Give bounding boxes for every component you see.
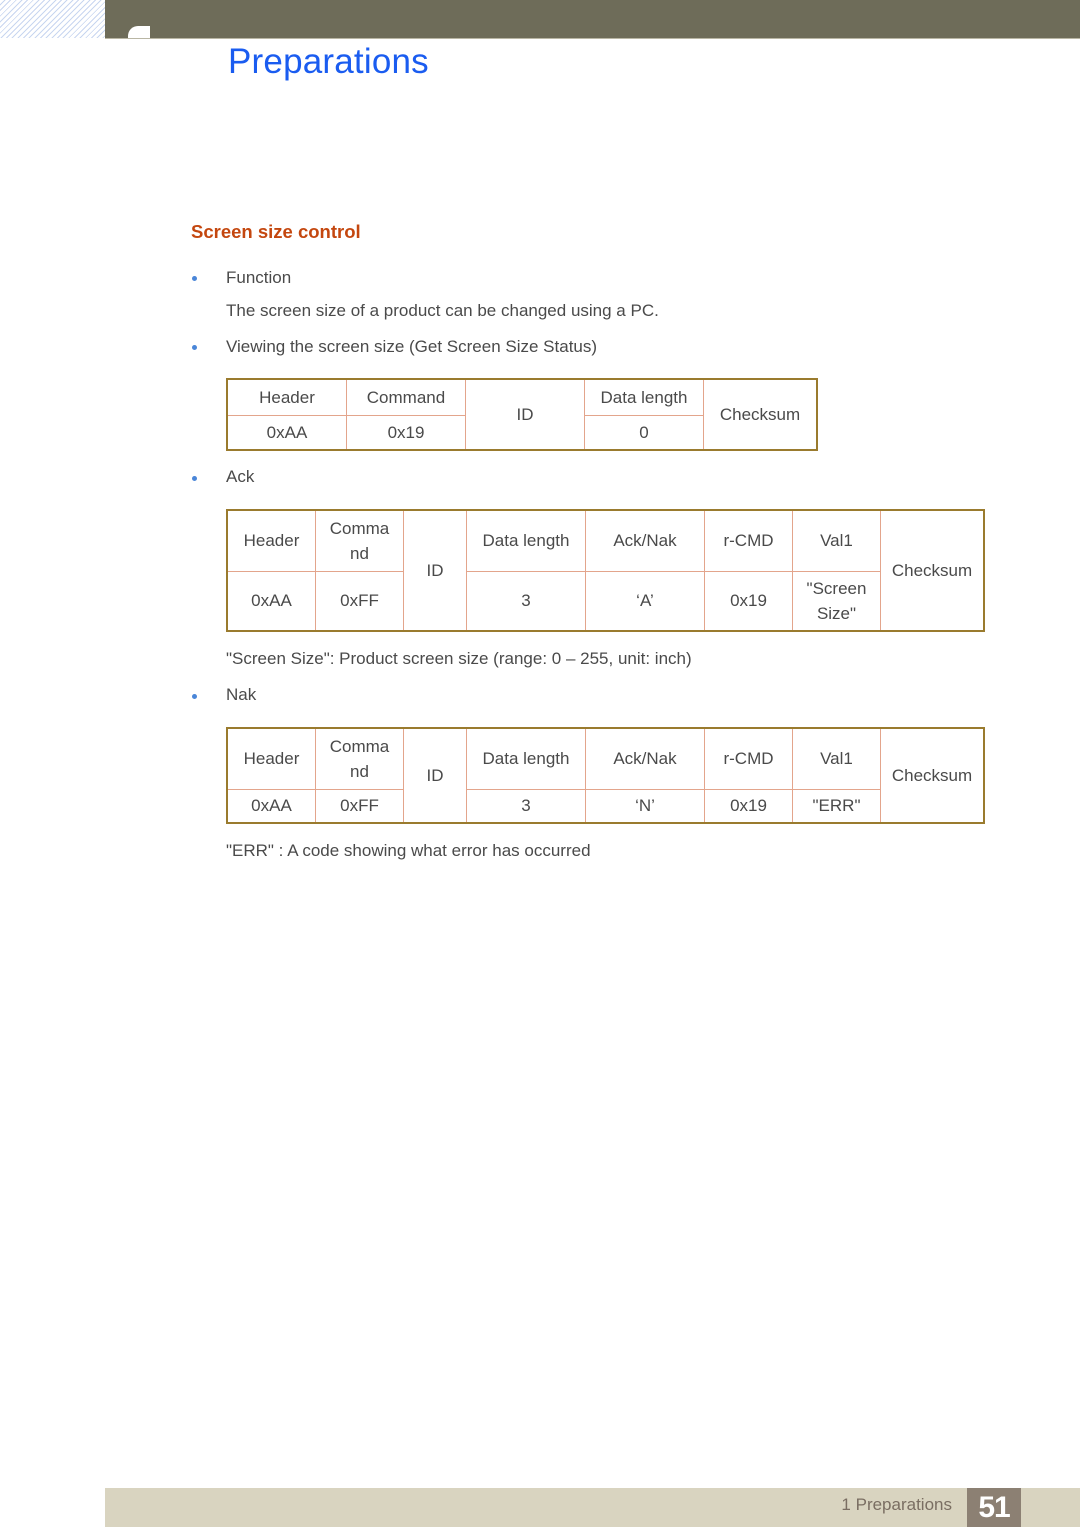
viewing-label: Viewing the screen size (Get Screen Size…: [226, 337, 598, 356]
cell-rcmd-value: 0x19: [704, 788, 793, 824]
col-id: ID: [465, 378, 585, 451]
screen-size-note: "Screen Size": Product screen size (rang…: [226, 649, 692, 668]
cell-val1-value: "ERR": [792, 788, 881, 824]
col-ack-nak: Ack/Nak: [585, 727, 705, 790]
footer-bar: 1 Preparations: [105, 1488, 1080, 1527]
chapter-title: Preparations: [228, 42, 429, 81]
page-number: 51: [967, 1488, 1021, 1527]
col-val1: Val1: [792, 727, 881, 790]
bullet-icon: [192, 276, 197, 281]
col-command-line2: nd: [350, 543, 369, 563]
col-header: Header: [226, 509, 316, 572]
col-data-length: Data length: [466, 509, 586, 572]
cell-command-value: 0x19: [346, 414, 466, 451]
cell-data-length-value: 0: [584, 414, 704, 451]
col-command: Comma nd: [315, 509, 404, 572]
col-checksum: Checksum: [880, 727, 985, 824]
function-description: The screen size of a product can be chan…: [226, 301, 659, 320]
col-command-line1: Comma: [329, 736, 390, 756]
col-ack-nak: Ack/Nak: [585, 509, 705, 572]
get-status-table: Header Command ID Data length Checksum 0…: [226, 378, 818, 451]
bullet-icon: [192, 694, 197, 699]
col-rcmd: r-CMD: [704, 509, 793, 572]
cell-data-length-value: 3: [466, 788, 586, 824]
col-val1: Val1: [792, 509, 881, 572]
cell-val1-value: "Screen Size": [792, 570, 881, 632]
col-id: ID: [403, 509, 467, 632]
footer-chapter-label: 1 Preparations: [841, 1495, 952, 1514]
bullet-icon: [192, 345, 197, 350]
cell-command-value: 0xFF: [315, 570, 404, 632]
cell-ack-nak-value: ‘N’: [585, 788, 705, 824]
nak-label: Nak: [226, 685, 257, 704]
header-divider: [105, 38, 1080, 39]
cell-val1-line1: "Screen: [806, 578, 867, 598]
col-header: Header: [226, 727, 316, 790]
col-command: Command: [346, 378, 466, 416]
col-header: Header: [226, 378, 347, 416]
cell-header-value: 0xAA: [226, 788, 316, 824]
section-title: Screen size control: [191, 221, 361, 242]
cell-command-value: 0xFF: [315, 788, 404, 824]
col-command-line1: Comma: [329, 518, 390, 538]
col-command: Comma nd: [315, 727, 404, 790]
bullet-icon: [192, 476, 197, 481]
ack-table: Header Comma nd ID Data length Ack/Nak r…: [226, 509, 985, 632]
nak-table: Header Comma nd ID Data length Ack/Nak r…: [226, 727, 985, 824]
cell-header-value: 0xAA: [226, 570, 316, 632]
function-label: Function: [226, 268, 292, 287]
header-hatch-decoration: [0, 0, 105, 38]
header-bar: [105, 0, 1080, 38]
ack-label: Ack: [226, 467, 255, 486]
col-command-line2: nd: [350, 761, 369, 781]
col-checksum: Checksum: [880, 509, 985, 632]
cell-val1-line2: Size": [816, 603, 857, 623]
cell-rcmd-value: 0x19: [704, 570, 793, 632]
col-data-length: Data length: [584, 378, 704, 416]
cell-ack-nak-value: ‘A’: [585, 570, 705, 632]
col-checksum: Checksum: [703, 378, 818, 451]
cell-data-length-value: 3: [466, 570, 586, 632]
col-id: ID: [403, 727, 467, 824]
cell-header-value: 0xAA: [226, 414, 347, 451]
err-note: "ERR" : A code showing what error has oc…: [226, 841, 591, 860]
col-rcmd: r-CMD: [704, 727, 793, 790]
col-data-length: Data length: [466, 727, 586, 790]
